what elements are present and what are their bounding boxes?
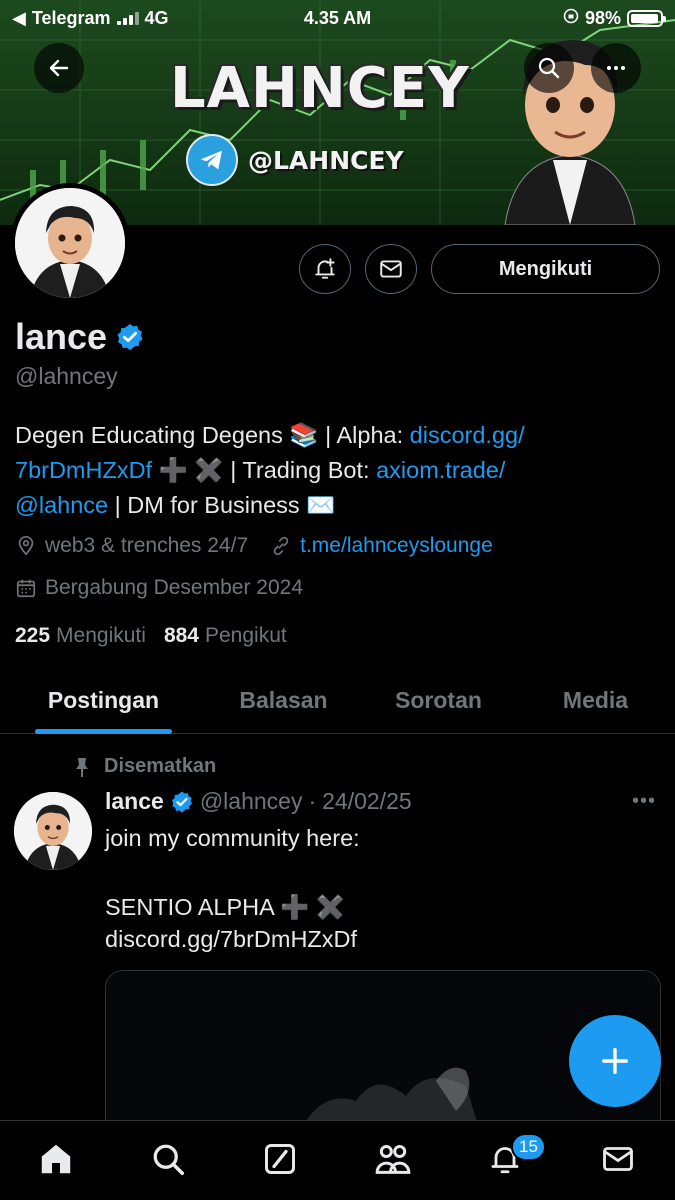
telegram-icon [186,134,238,186]
profile-location: web3 & trenches 24/7 [45,534,249,557]
follow-stats: 225 Mengikuti 884 Pengikut [15,624,287,648]
nav-communities[interactable] [373,1139,413,1179]
profile-website-link[interactable]: t.me/lahnceyslounge [300,534,493,558]
post-header: lance @lahncey · 24/02/25 [105,788,412,815]
tab-posts[interactable]: Postingan [20,666,187,734]
tab-highlights[interactable]: Sorotan [355,666,522,734]
grok-icon [265,1144,295,1174]
back-button[interactable] [34,43,84,93]
avatar-illustration [14,792,92,870]
bio-text-2: ➕ ✖️ | Trading Bot: [152,457,377,483]
nav-search[interactable] [148,1139,188,1179]
profile-handle: @lahncey [15,363,118,389]
more-options-button[interactable] [591,43,641,93]
post-author-name[interactable]: lance [105,788,164,815]
active-tab-indicator [35,729,172,734]
bell-plus-icon [315,258,335,279]
communities-icon [375,1145,411,1174]
following-button[interactable]: Mengikuti [431,244,660,294]
post-meta-separator: · [308,788,317,814]
display-name: lance [15,316,108,357]
battery-icon [627,9,666,27]
pinned-label: Disematkan [104,755,217,777]
search-button[interactable] [524,43,574,93]
orientation-lock-icon [563,8,579,29]
post-discord-link[interactable]: discord.gg/7brDmHZxDf [105,926,655,953]
search-icon [153,1144,185,1176]
post-more-button[interactable]: ••• [632,790,656,813]
calendar-icon [15,577,37,599]
profile-avatar[interactable] [10,183,130,303]
post-date[interactable]: 24/02/25 [322,788,412,815]
followers-count: 884 [163,624,199,647]
tab-media[interactable]: Media [512,666,675,734]
more-horizontal-icon [607,66,625,70]
bio-text-3: | DM for Business ✉️ [108,492,336,518]
home-icon [41,1144,71,1174]
status-battery-percent: 98% [584,7,621,28]
arrow-left-icon [49,59,69,77]
followers-stat[interactable]: 884 Pengikut [164,624,287,648]
messages-icon [603,1147,633,1171]
status-network: 4G [144,7,169,28]
post-author-avatar[interactable] [14,792,92,870]
bio-axiom-link[interactable]: axiom.trade/ [376,457,505,483]
post-text-line-2: SENTIO ALPHA ➕ ✖️ [105,894,346,920]
bottom-navigation [0,1120,675,1200]
envelope-icon [380,260,402,278]
bio-discord-link-cont[interactable]: 7brDmHZxDf [15,457,152,483]
banner-title: LAHNCEY [170,56,470,121]
bio-discord-link[interactable]: discord.gg/ [410,422,525,448]
pin-icon [76,757,88,777]
nav-grok[interactable] [260,1139,300,1179]
status-carrier: Telegram [31,7,111,28]
nav-messages[interactable] [598,1139,638,1179]
tab-replies[interactable]: Balasan [200,666,367,734]
banner-telegram: @LAHNCEY [186,134,404,186]
signal-icon [116,11,139,25]
profile-joined-row: Bergabung Desember 2024 [15,576,303,600]
location-pin-icon [15,535,37,557]
profile-name-row: lance [15,316,145,358]
plus-icon [601,1047,629,1075]
verified-badge-icon [171,791,192,812]
post-text-line-1: join my community here: [105,825,360,851]
following-stat[interactable]: 225 Mengikuti [15,624,146,648]
profile-tabs: Postingan Balasan Sorotan Media [0,666,675,734]
status-bar: ◀ Telegram 4G 4.35 AM 98% [0,0,675,36]
verified-badge-icon[interactable] [115,322,145,352]
nav-home[interactable] [36,1139,76,1179]
notify-button[interactable] [299,244,351,294]
following-count: 225 [15,624,51,647]
avatar-illustration [15,188,125,298]
post-author-handle: @lahncey [199,788,303,814]
profile-bio: Degen Educating Degens 📚 | Alpha: discor… [15,418,655,523]
pinned-label-row: Disematkan [72,755,216,778]
link-icon [270,535,292,557]
search-icon [538,57,560,79]
banner-character-illustration [504,40,636,225]
bio-text-1: Degen Educating Degens 📚 | Alpha: [15,422,410,448]
back-to-app-icon[interactable]: ◀ [12,8,26,29]
banner-telegram-handle: @LAHNCEY [248,145,404,175]
profile-meta-row: web3 & trenches 24/7 t.me/lahnceyslounge [15,534,493,558]
profile-joined: Bergabung Desember 2024 [45,576,304,599]
followers-label: Pengikut [204,624,287,647]
message-button[interactable] [365,244,417,294]
following-label: Mengikuti [56,624,146,647]
compose-post-button[interactable] [569,1015,661,1107]
bio-mention-link[interactable]: @lahnce [15,492,108,518]
notification-badge: 15 [511,1133,546,1161]
